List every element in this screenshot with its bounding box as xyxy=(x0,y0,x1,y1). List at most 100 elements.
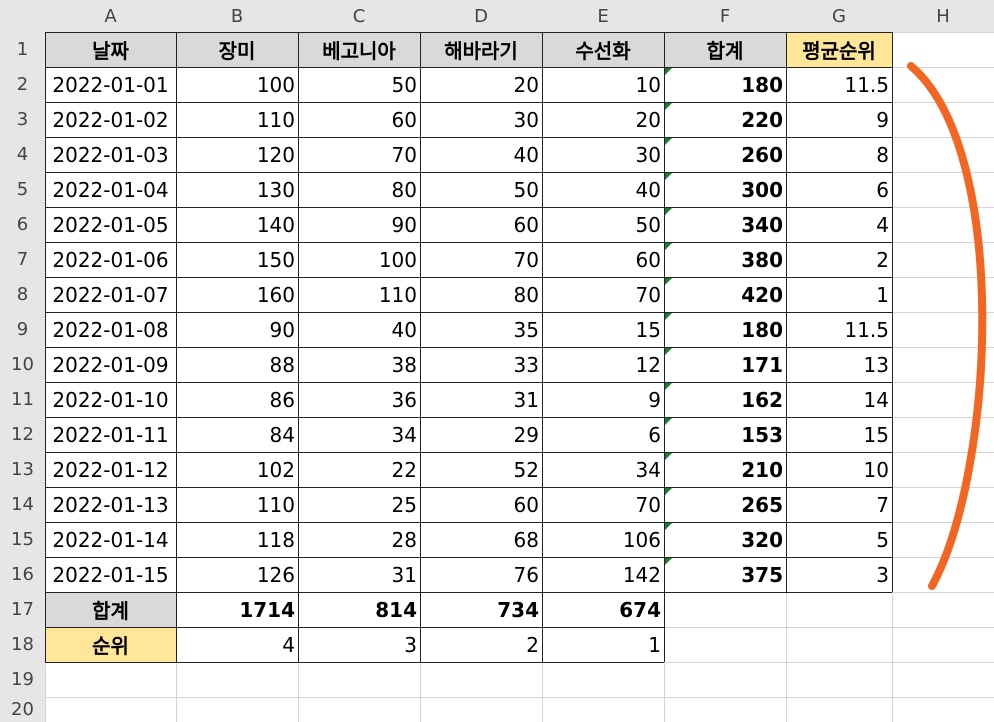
data-cell-r16-c2[interactable]: 31 xyxy=(298,557,420,592)
row-header-11[interactable]: 11 xyxy=(0,382,45,417)
row-header-16[interactable]: 16 xyxy=(0,557,45,592)
data-cell-r16-c0[interactable]: 2022-01-15 xyxy=(45,557,176,592)
data-cell-r5-c2[interactable]: 80 xyxy=(298,172,420,207)
column-header-g[interactable]: G xyxy=(786,0,892,32)
row-header-12[interactable]: 12 xyxy=(0,417,45,452)
data-cell-r14-c2[interactable]: 25 xyxy=(298,487,420,522)
rank-cell-3[interactable]: 2 xyxy=(420,627,542,662)
data-cell-r8-c4[interactable]: 70 xyxy=(542,277,664,312)
data-cell-r5-c5[interactable]: 300 xyxy=(664,172,786,207)
data-cell-r2-c2[interactable]: 50 xyxy=(298,67,420,102)
row-header-18[interactable]: 18 xyxy=(0,627,45,662)
data-cell-r14-c3[interactable]: 60 xyxy=(420,487,542,522)
cell-error-indicator[interactable] xyxy=(665,103,672,110)
cell-error-indicator[interactable] xyxy=(665,208,672,215)
data-cell-r4-c1[interactable]: 120 xyxy=(176,137,298,172)
data-cell-r9-c3[interactable]: 35 xyxy=(420,312,542,347)
data-cell-r9-c2[interactable]: 40 xyxy=(298,312,420,347)
data-cell-r10-c2[interactable]: 38 xyxy=(298,347,420,382)
data-cell-r7-c2[interactable]: 100 xyxy=(298,242,420,277)
data-cell-r7-c1[interactable]: 150 xyxy=(176,242,298,277)
data-cell-r13-c2[interactable]: 22 xyxy=(298,452,420,487)
cell-error-indicator[interactable] xyxy=(665,418,672,425)
data-cell-r9-c1[interactable]: 90 xyxy=(176,312,298,347)
row-header-7[interactable]: 7 xyxy=(0,242,45,277)
row-header-2[interactable]: 2 xyxy=(0,67,45,102)
data-cell-r15-c3[interactable]: 68 xyxy=(420,522,542,557)
data-cell-r6-c3[interactable]: 60 xyxy=(420,207,542,242)
data-cell-r15-c5[interactable]: 320 xyxy=(664,522,786,557)
data-cell-r10-c1[interactable]: 88 xyxy=(176,347,298,382)
row-header-15[interactable]: 15 xyxy=(0,522,45,557)
cell-error-indicator[interactable] xyxy=(665,523,672,530)
data-cell-r2-c1[interactable]: 100 xyxy=(176,67,298,102)
data-cell-r7-c4[interactable]: 60 xyxy=(542,242,664,277)
data-cell-r2-c0[interactable]: 2022-01-01 xyxy=(45,67,176,102)
header-cell-2[interactable]: 베고니아 xyxy=(298,32,420,67)
data-cell-r10-c0[interactable]: 2022-01-09 xyxy=(45,347,176,382)
column-header-a[interactable]: A xyxy=(45,0,176,32)
total-cell-0[interactable]: 합계 xyxy=(45,592,176,627)
cell-error-indicator[interactable] xyxy=(665,453,672,460)
data-cell-r14-c4[interactable]: 70 xyxy=(542,487,664,522)
cell-error-indicator[interactable] xyxy=(665,278,672,285)
data-cell-r13-c4[interactable]: 34 xyxy=(542,452,664,487)
data-cell-r14-c1[interactable]: 110 xyxy=(176,487,298,522)
data-cell-r3-c0[interactable]: 2022-01-02 xyxy=(45,102,176,137)
data-cell-r11-c3[interactable]: 31 xyxy=(420,382,542,417)
cell-error-indicator[interactable] xyxy=(665,243,672,250)
data-cell-r13-c5[interactable]: 210 xyxy=(664,452,786,487)
row-header-13[interactable]: 13 xyxy=(0,452,45,487)
data-cell-r6-c4[interactable]: 50 xyxy=(542,207,664,242)
cell-error-indicator[interactable] xyxy=(665,138,672,145)
data-cell-r4-c0[interactable]: 2022-01-03 xyxy=(45,137,176,172)
data-cell-r8-c0[interactable]: 2022-01-07 xyxy=(45,277,176,312)
cell-error-indicator[interactable] xyxy=(665,68,672,75)
total-cell-4[interactable]: 674 xyxy=(542,592,664,627)
total-cell-2[interactable]: 814 xyxy=(298,592,420,627)
rank-cell-4[interactable]: 1 xyxy=(542,627,664,662)
data-cell-r2-c4[interactable]: 10 xyxy=(542,67,664,102)
row-header-17[interactable]: 17 xyxy=(0,592,45,627)
data-cell-r3-c3[interactable]: 30 xyxy=(420,102,542,137)
data-cell-r5-c1[interactable]: 130 xyxy=(176,172,298,207)
data-cell-r12-c3[interactable]: 29 xyxy=(420,417,542,452)
data-cell-r8-c6[interactable]: 1 xyxy=(786,277,892,312)
data-cell-r2-c3[interactable]: 20 xyxy=(420,67,542,102)
data-cell-r16-c6[interactable]: 3 xyxy=(786,557,892,592)
data-cell-r15-c1[interactable]: 118 xyxy=(176,522,298,557)
data-cell-r14-c0[interactable]: 2022-01-13 xyxy=(45,487,176,522)
column-header-f[interactable]: F xyxy=(664,0,786,32)
data-cell-r6-c1[interactable]: 140 xyxy=(176,207,298,242)
data-cell-r13-c6[interactable]: 10 xyxy=(786,452,892,487)
data-cell-r3-c1[interactable]: 110 xyxy=(176,102,298,137)
data-cell-r15-c6[interactable]: 5 xyxy=(786,522,892,557)
data-cell-r15-c4[interactable]: 106 xyxy=(542,522,664,557)
data-cell-r11-c5[interactable]: 162 xyxy=(664,382,786,417)
data-cell-r12-c5[interactable]: 153 xyxy=(664,417,786,452)
data-cell-r2-c6[interactable]: 11.5 xyxy=(786,67,892,102)
data-cell-r3-c2[interactable]: 60 xyxy=(298,102,420,137)
data-cell-r7-c0[interactable]: 2022-01-06 xyxy=(45,242,176,277)
data-cell-r6-c5[interactable]: 340 xyxy=(664,207,786,242)
data-cell-r10-c6[interactable]: 13 xyxy=(786,347,892,382)
select-all-corner[interactable] xyxy=(0,0,45,32)
row-header-4[interactable]: 4 xyxy=(0,137,45,172)
data-cell-r4-c3[interactable]: 40 xyxy=(420,137,542,172)
data-cell-r16-c1[interactable]: 126 xyxy=(176,557,298,592)
row-header-8[interactable]: 8 xyxy=(0,277,45,312)
data-cell-r7-c6[interactable]: 2 xyxy=(786,242,892,277)
row-header-10[interactable]: 10 xyxy=(0,347,45,382)
data-cell-r3-c6[interactable]: 9 xyxy=(786,102,892,137)
row-header-1[interactable]: 1 xyxy=(0,32,45,67)
data-cell-r10-c5[interactable]: 171 xyxy=(664,347,786,382)
header-cell-0[interactable]: 날짜 xyxy=(45,32,176,67)
data-cell-r9-c4[interactable]: 15 xyxy=(542,312,664,347)
data-cell-r16-c5[interactable]: 375 xyxy=(664,557,786,592)
data-cell-r13-c1[interactable]: 102 xyxy=(176,452,298,487)
data-cell-r8-c3[interactable]: 80 xyxy=(420,277,542,312)
rank-cell-0[interactable]: 순위 xyxy=(45,627,176,662)
data-cell-r7-c3[interactable]: 70 xyxy=(420,242,542,277)
row-header-19[interactable]: 19 xyxy=(0,662,45,697)
column-header-e[interactable]: E xyxy=(542,0,664,32)
